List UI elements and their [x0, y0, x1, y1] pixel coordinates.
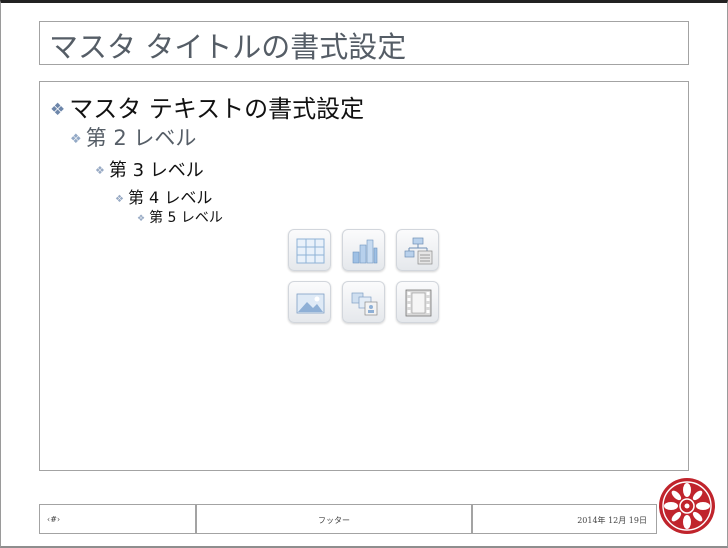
bullet-icon: ❖ [95, 164, 105, 177]
slide-number-placeholder[interactable]: ‹#› [39, 504, 196, 534]
text-level-2: ❖ 第 2 レベル [70, 122, 196, 152]
level-3-label: 第 3 レベル [108, 160, 204, 181]
title-placeholder[interactable]: マスタ タイトルの書式設定 [39, 21, 689, 65]
bullet-icon: ❖ [137, 214, 146, 224]
body-placeholder[interactable]: ❖ マスタ テキストの書式設定 ❖ 第 2 レベル ❖ 第 3 レベル ❖ 第 4 レベ… [39, 81, 689, 471]
level-2-label: 第 2 レベル [85, 126, 197, 150]
level-4-label: 第 4 レベル [127, 188, 213, 207]
footer-placeholder[interactable]: フッター [196, 504, 472, 534]
footer-text: フッター [318, 516, 350, 525]
insert-picture-button[interactable] [288, 281, 331, 323]
table-icon [296, 238, 325, 264]
text-level-4: ❖ 第 4 レベル [115, 184, 212, 208]
media-icon [405, 289, 432, 317]
smartart-icon [404, 237, 433, 265]
clipart-icon [351, 292, 378, 316]
level-1-label: マスタ テキストの書式設定 [69, 95, 365, 123]
insert-table-button[interactable] [288, 229, 331, 271]
insert-smartart-button[interactable] [396, 229, 439, 271]
text-level-3: ❖ 第 3 レベル [95, 156, 204, 182]
slide-number: ‹#› [47, 515, 61, 524]
picture-icon [296, 293, 325, 314]
insert-clipart-button[interactable] [342, 281, 385, 323]
date-placeholder[interactable]: 2014年 12月 19日 [472, 504, 657, 534]
level-5-label: 第 5 レベル [149, 210, 223, 226]
chart-icon [352, 239, 378, 264]
bullet-icon: ❖ [115, 194, 124, 205]
bullet-icon: ❖ [50, 100, 66, 120]
master-title: マスタ タイトルの書式設定 [49, 30, 407, 64]
text-level-5: ❖ 第 5 レベル [137, 207, 223, 227]
insert-chart-button[interactable] [342, 229, 385, 271]
text-level-1: ❖ マスタ テキストの書式設定 [50, 89, 364, 124]
insert-media-button[interactable] [396, 281, 439, 323]
date-text: 2014年 12月 19日 [577, 516, 647, 525]
logo-emblem-icon [659, 478, 715, 534]
bullet-icon: ❖ [70, 132, 82, 147]
